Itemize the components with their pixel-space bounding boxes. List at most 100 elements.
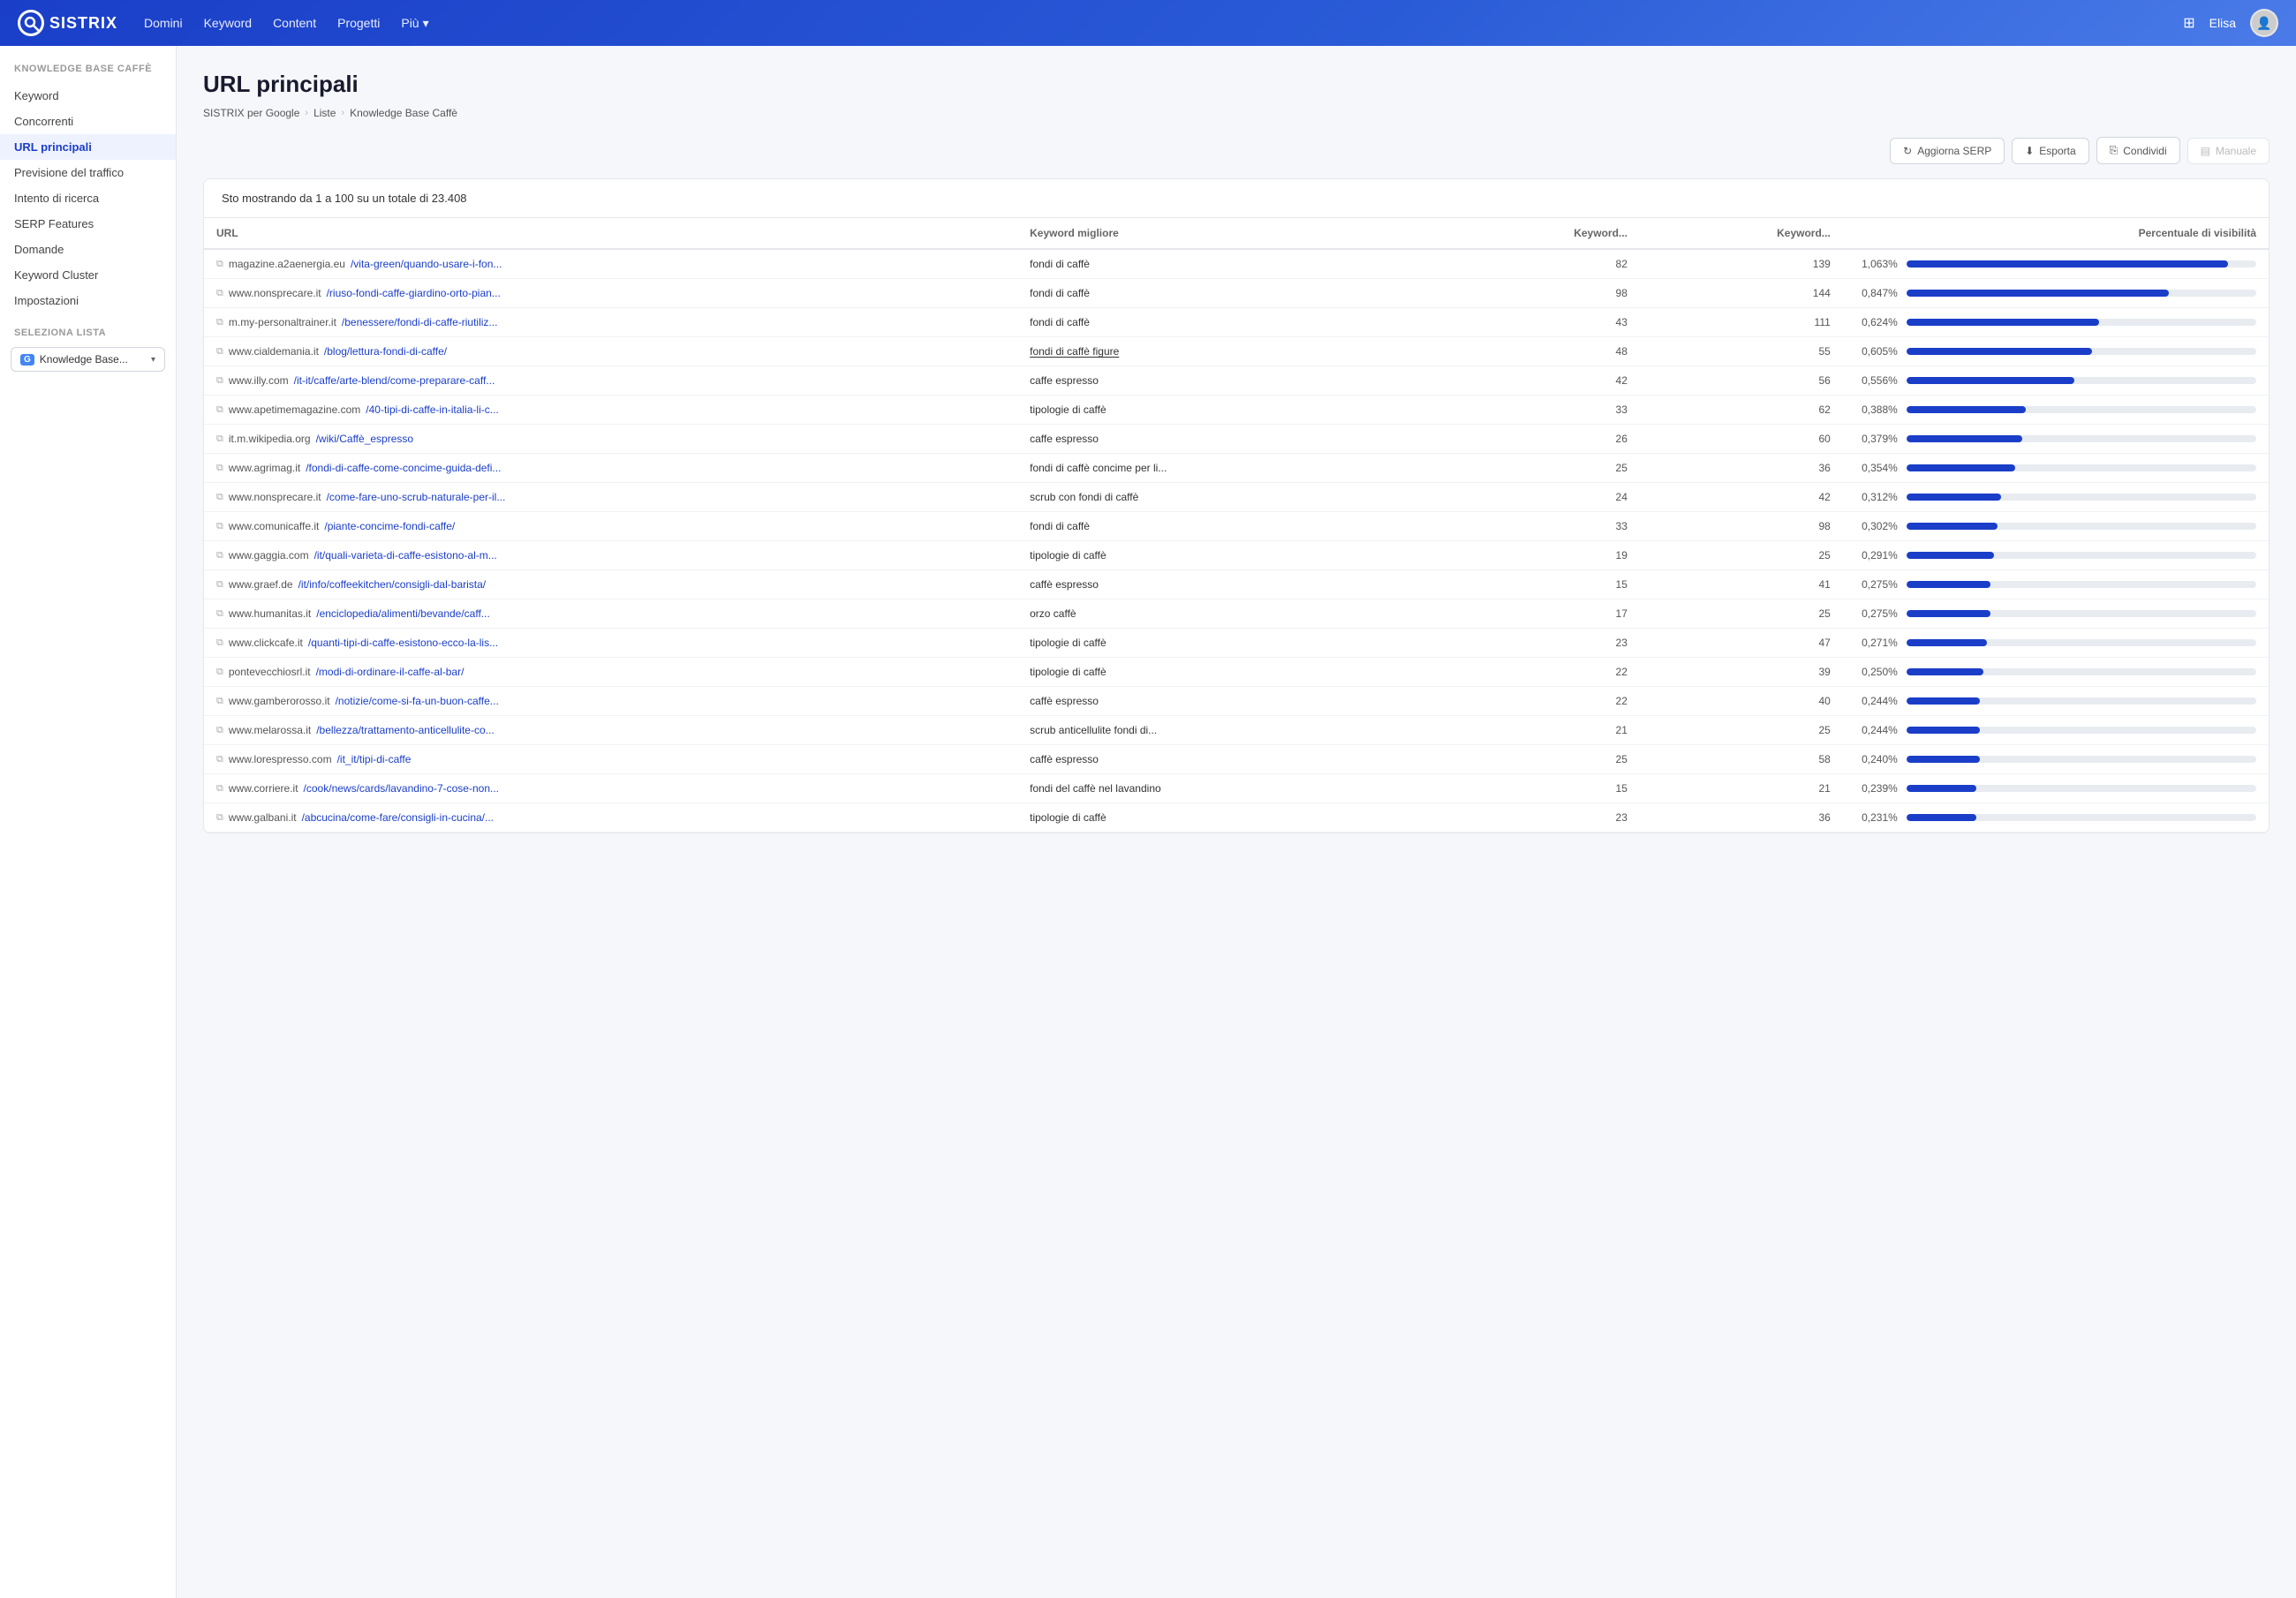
external-link-icon: ⧉ <box>216 521 223 532</box>
kw2-cell: 25 <box>1640 716 1843 745</box>
url-path[interactable]: /come-fare-uno-scrub-naturale-per-il... <box>327 491 506 503</box>
sidebar-item-serp-features[interactable]: SERP Features <box>0 211 176 237</box>
keyword-best-cell: fondi di caffè <box>1017 249 1437 279</box>
sidebar-item-concorrenti[interactable]: Concorrenti <box>0 109 176 134</box>
kw2-cell: 62 <box>1640 396 1843 425</box>
nav-piu[interactable]: Più ▾ <box>401 16 428 31</box>
keyword-best-cell: fondi del caffè nel lavandino <box>1017 774 1437 803</box>
kw2-cell: 139 <box>1640 249 1843 279</box>
keyword-best-cell: scrub con fondi di caffè <box>1017 483 1437 512</box>
external-link-icon: ⧉ <box>216 375 223 387</box>
logo[interactable]: SISTRIX <box>18 10 117 36</box>
url-domain: m.my-personaltrainer.it <box>229 316 336 328</box>
vis-bar-bg <box>1907 290 2256 297</box>
url-cell: ⧉ www.gamberorosso.it/notizie/come-si-fa… <box>216 695 552 707</box>
keyword-best-value: fondi di caffè <box>1030 316 1090 328</box>
url-path[interactable]: /40-tipi-di-caffe-in-italia-li-c... <box>366 403 499 416</box>
url-domain: www.melarossa.it <box>229 724 311 736</box>
url-cell: ⧉ www.illy.com/it-it/caffe/arte-blend/co… <box>216 374 552 387</box>
keyword-best-cell: fondi di caffè <box>1017 512 1437 541</box>
lista-select[interactable]: G Knowledge Base... ▾ <box>11 347 165 372</box>
url-domain: pontevecchiosrl.it <box>229 666 311 678</box>
nav-keyword[interactable]: Keyword <box>204 16 252 31</box>
kw2-cell: 58 <box>1640 745 1843 774</box>
logo-icon <box>18 10 44 36</box>
url-path[interactable]: /it/quali-varieta-di-caffe-esistono-al-m… <box>314 549 497 562</box>
sidebar-item-intento-ricerca[interactable]: Intento di ricerca <box>0 185 176 211</box>
url-path[interactable]: /vita-green/quando-usare-i-fon... <box>351 258 502 270</box>
url-path[interactable]: /bellezza/trattamento-anticellulite-co..… <box>316 724 494 736</box>
breadcrumb-liste[interactable]: Liste <box>313 107 336 119</box>
external-link-icon: ⧉ <box>216 463 223 474</box>
manual-icon: ▤ <box>2201 145 2210 157</box>
url-path[interactable]: /benessere/fondi-di-caffe-riutiliz... <box>342 316 498 328</box>
url-path[interactable]: /piante-concime-fondi-caffe/ <box>324 520 455 532</box>
table-row: ⧉ www.cialdemania.it/blog/lettura-fondi-… <box>204 337 2269 366</box>
visibility-cell: 0,239% <box>1843 774 2269 803</box>
url-path[interactable]: /riuso-fondi-caffe-giardino-orto-pian... <box>327 287 501 299</box>
nav-domini[interactable]: Domini <box>144 16 183 31</box>
sidebar-item-url-principali[interactable]: URL principali <box>0 134 176 160</box>
url-path[interactable]: /notizie/come-si-fa-un-buon-caffe... <box>336 695 499 707</box>
url-path[interactable]: /wiki/Caffè_espresso <box>316 433 414 445</box>
url-cell: ⧉ pontevecchiosrl.it/modi-di-ordinare-il… <box>216 666 552 678</box>
sidebar-item-domande[interactable]: Domande <box>0 237 176 262</box>
vis-bar-fill <box>1907 727 1980 734</box>
kw1-cell: 19 <box>1437 541 1640 570</box>
vis-bar-fill <box>1907 552 1994 559</box>
table-row: ⧉ www.nonsprecare.it/come-fare-uno-scrub… <box>204 483 2269 512</box>
url-path[interactable]: /cook/news/cards/lavandino-7-cose-non... <box>304 782 499 795</box>
keyword-best-cell: tipologie di caffè <box>1017 629 1437 658</box>
url-path[interactable]: /it/info/coffeekitchen/consigli-dal-bari… <box>298 578 487 591</box>
visibility-cell: 0,244% <box>1843 687 2269 716</box>
vis-bar-bg <box>1907 814 2256 821</box>
table-row: ⧉ www.gamberorosso.it/notizie/come-si-fa… <box>204 687 2269 716</box>
url-path[interactable]: /it-it/caffe/arte-blend/come-preparare-c… <box>294 374 495 387</box>
external-link-icon: ⧉ <box>216 754 223 765</box>
vis-pct: 0,556% <box>1855 374 1898 387</box>
table-row: ⧉ www.galbani.it/abcucina/come-fare/cons… <box>204 803 2269 833</box>
vis-bar-bg <box>1907 319 2256 326</box>
sidebar-item-previsione-traffico[interactable]: Previsione del traffico <box>0 160 176 185</box>
url-path[interactable]: /abcucina/come-fare/consigli-in-cucina/.… <box>302 811 494 824</box>
keyword-best-value: caffè espresso <box>1030 695 1099 707</box>
aggiorna-serp-button[interactable]: ↻ Aggiorna SERP <box>1890 138 2005 164</box>
keyword-best-value: tipologie di caffè <box>1030 811 1106 824</box>
url-cell: ⧉ www.lorespresso.com/it_it/tipi-di-caff… <box>216 753 552 765</box>
sidebar-item-keyword[interactable]: Keyword <box>0 83 176 109</box>
kw2-cell: 36 <box>1640 803 1843 833</box>
url-path[interactable]: /fondi-di-caffe-come-concime-guida-defi.… <box>306 462 501 474</box>
kw1-cell: 33 <box>1437 396 1640 425</box>
refresh-icon: ↻ <box>1903 145 1912 157</box>
table-row: ⧉ pontevecchiosrl.it/modi-di-ordinare-il… <box>204 658 2269 687</box>
url-path[interactable]: /it_it/tipi-di-caffe <box>337 753 412 765</box>
breadcrumb-sistrix[interactable]: SISTRIX per Google <box>203 107 299 119</box>
visibility-cell: 0,379% <box>1843 425 2269 454</box>
visibility-cell: 0,556% <box>1843 366 2269 396</box>
share-icon: ⎘ <box>2110 144 2119 157</box>
esporta-button[interactable]: ⬇ Esporta <box>2012 138 2088 164</box>
sidebar-item-impostazioni[interactable]: Impostazioni <box>0 288 176 313</box>
breadcrumb: SISTRIX per Google › Liste › Knowledge B… <box>203 107 2270 119</box>
nav-content[interactable]: Content <box>273 16 316 31</box>
logo-text: SISTRIX <box>49 14 117 33</box>
url-path[interactable]: /blog/lettura-fondi-di-caffe/ <box>324 345 447 358</box>
condividi-button[interactable]: ⎘ Condividi <box>2096 137 2180 164</box>
grid-icon[interactable]: ⊞ <box>2183 14 2194 32</box>
url-path[interactable]: /enciclopedia/alimenti/bevande/caff... <box>316 607 490 620</box>
nav-progetti[interactable]: Progetti <box>337 16 380 31</box>
vis-bar-bg <box>1907 581 2256 588</box>
url-path[interactable]: /modi-di-ordinare-il-caffe-al-bar/ <box>316 666 464 678</box>
sidebar-item-keyword-cluster[interactable]: Keyword Cluster <box>0 262 176 288</box>
table-row: ⧉ m.my-personaltrainer.it/benessere/fond… <box>204 308 2269 337</box>
visibility-cell: 0,271% <box>1843 629 2269 658</box>
col-vis: Percentuale di visibilità <box>1843 218 2269 249</box>
g-badge: G <box>20 354 34 366</box>
manuale-button[interactable]: ▤ Manuale <box>2187 138 2270 164</box>
avatar[interactable]: 👤 <box>2250 9 2278 37</box>
vis-pct: 0,388% <box>1855 403 1898 416</box>
vis-bar-fill <box>1907 406 2026 413</box>
vis-bar-fill <box>1907 697 1980 705</box>
keyword-best-cell: tipologie di caffè <box>1017 803 1437 833</box>
url-path[interactable]: /quanti-tipi-di-caffe-esistono-ecco-la-l… <box>308 637 498 649</box>
